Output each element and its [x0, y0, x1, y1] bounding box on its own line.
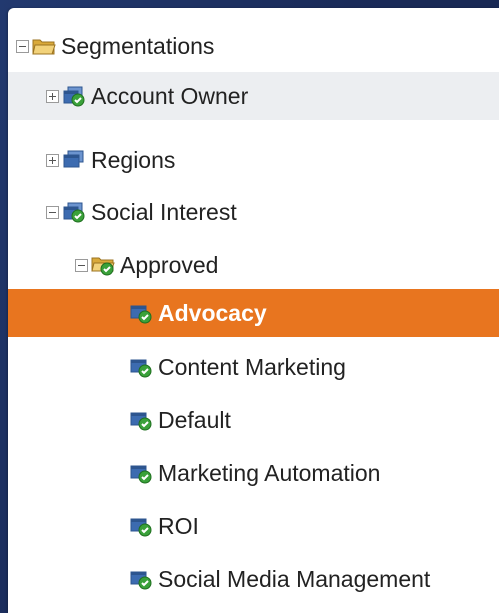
tree-label: Regions — [91, 146, 176, 173]
tree-label: Segmentations — [61, 32, 215, 59]
tree-row-segmentations[interactable]: Segmentations — [8, 22, 499, 70]
tree-label: Social Interest — [91, 198, 237, 225]
tree-row-content-marketing[interactable]: Content Marketing — [8, 343, 499, 391]
segmentation-draft-icon — [62, 149, 86, 171]
segment-approved-icon — [129, 568, 153, 590]
collapse-toggle-icon[interactable] — [16, 39, 29, 53]
tree-label: ROI — [158, 512, 199, 539]
collapse-toggle-icon[interactable] — [75, 258, 88, 272]
tree-label: Approved — [120, 251, 219, 278]
tree-row-default[interactable]: Default — [8, 396, 499, 444]
segmentation-approved-icon — [62, 85, 86, 107]
tree-row-account-owner[interactable]: Account Owner — [8, 72, 499, 120]
collapse-toggle-icon[interactable] — [46, 205, 59, 219]
expand-toggle-icon[interactable] — [46, 153, 59, 167]
tree-panel: Segmentations Account Owner Regions Soci… — [8, 8, 499, 613]
folder-open-icon — [32, 35, 56, 57]
tree-label: Default — [158, 406, 231, 433]
tree-row-approved[interactable]: Approved — [8, 241, 499, 289]
segment-approved-icon — [129, 515, 153, 537]
folder-approved-icon — [91, 254, 115, 276]
tree-row-marketing-automation[interactable]: Marketing Automation — [8, 449, 499, 497]
segment-approved-icon — [129, 409, 153, 431]
segment-approved-icon — [129, 462, 153, 484]
segmentation-approved-icon — [62, 201, 86, 223]
segment-approved-icon — [129, 302, 153, 324]
tree-row-regions[interactable]: Regions — [8, 136, 499, 184]
tree-label: Advocacy — [158, 299, 267, 326]
tree-row-social-media-management[interactable]: Social Media Management — [8, 555, 499, 603]
tree-label: Content Marketing — [158, 353, 346, 380]
tree-row-social-interest[interactable]: Social Interest — [8, 188, 499, 236]
tree-row-roi[interactable]: ROI — [8, 502, 499, 550]
tree-label: Marketing Automation — [158, 459, 381, 486]
tree-label: Account Owner — [91, 82, 249, 109]
expand-toggle-icon[interactable] — [46, 89, 59, 103]
tree-label: Social Media Management — [158, 565, 431, 592]
tree-row-advocacy[interactable]: Advocacy — [8, 289, 499, 337]
segment-approved-icon — [129, 356, 153, 378]
